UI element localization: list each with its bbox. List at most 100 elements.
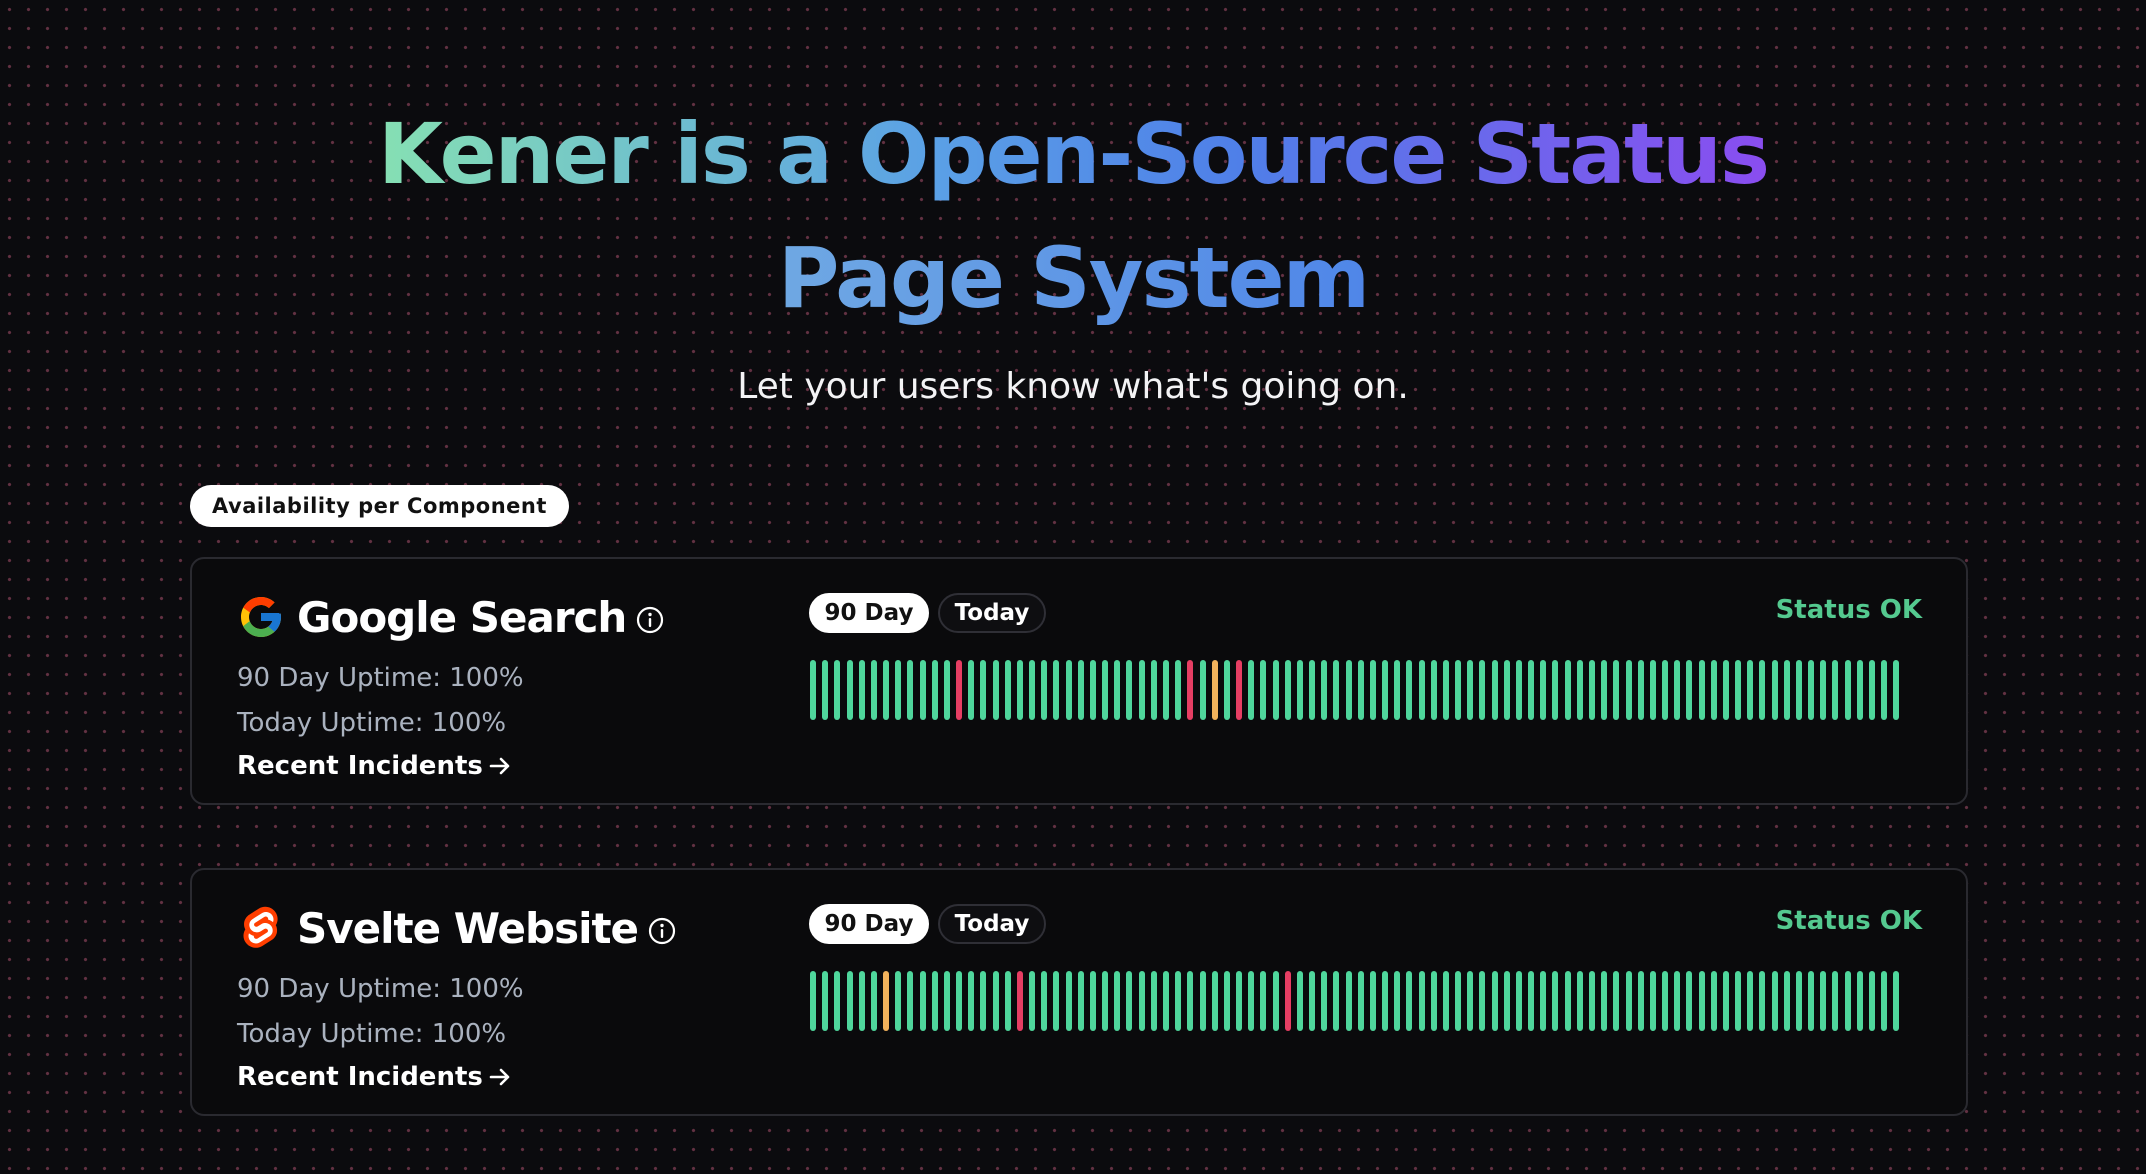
uptime-day-bar[interactable] — [1856, 660, 1863, 720]
uptime-day-bar[interactable] — [1589, 660, 1595, 720]
uptime-day-bar[interactable] — [1710, 660, 1717, 720]
uptime-day-bar[interactable] — [1552, 971, 1559, 1031]
uptime-day-bar[interactable] — [1479, 660, 1486, 720]
uptime-day-bar[interactable] — [943, 660, 950, 720]
uptime-day-bar[interactable] — [1601, 660, 1608, 720]
uptime-day-bar[interactable] — [1016, 660, 1023, 720]
uptime-day-bar[interactable] — [895, 971, 902, 1031]
uptime-day-bar[interactable] — [1284, 971, 1291, 1031]
uptime-day-bar[interactable] — [1710, 971, 1717, 1031]
uptime-day-bar[interactable] — [810, 660, 816, 720]
uptime-day-bar[interactable] — [1382, 971, 1389, 1031]
uptime-day-bar[interactable] — [1077, 660, 1084, 720]
uptime-day-bar[interactable] — [1418, 660, 1425, 720]
uptime-day-bar[interactable] — [1333, 660, 1340, 720]
uptime-day-bar[interactable] — [1735, 971, 1742, 1031]
uptime-day-bar[interactable] — [1065, 971, 1072, 1031]
uptime-day-bar[interactable] — [980, 971, 987, 1031]
uptime-day-bar[interactable] — [1162, 971, 1169, 1031]
uptime-day-bar[interactable] — [1491, 660, 1498, 720]
uptime-day-bar[interactable] — [1357, 660, 1364, 720]
uptime-day-bar[interactable] — [822, 660, 829, 720]
tab-90-day[interactable]: 90 Day — [809, 904, 929, 944]
uptime-day-bar[interactable] — [1382, 660, 1389, 720]
uptime-day-bar[interactable] — [1467, 971, 1474, 1031]
uptime-day-bar[interactable] — [1552, 660, 1559, 720]
uptime-day-bar[interactable] — [1150, 660, 1157, 720]
uptime-day-bar[interactable] — [1808, 971, 1815, 1031]
uptime-day-bar[interactable] — [822, 971, 829, 1031]
uptime-day-bar[interactable] — [1029, 660, 1036, 720]
uptime-day-bar[interactable] — [1844, 971, 1851, 1031]
uptime-day-bar[interactable] — [1783, 971, 1790, 1031]
uptime-day-bar[interactable] — [1467, 660, 1474, 720]
uptime-day-bar[interactable] — [883, 660, 890, 720]
tab-today[interactable]: Today — [938, 593, 1046, 633]
uptime-day-bar[interactable] — [1114, 971, 1121, 1031]
uptime-day-bar[interactable] — [1345, 660, 1352, 720]
uptime-day-bar[interactable] — [1613, 971, 1620, 1031]
uptime-day-bar[interactable] — [1637, 971, 1644, 1031]
uptime-day-bar[interactable] — [1479, 971, 1486, 1031]
uptime-day-bar[interactable] — [1759, 660, 1766, 720]
uptime-day-bar[interactable] — [895, 660, 902, 720]
uptime-day-bar[interactable] — [846, 660, 853, 720]
uptime-day-bar[interactable] — [1576, 660, 1583, 720]
uptime-day-bar[interactable] — [1248, 971, 1255, 1031]
uptime-day-bar[interactable] — [1369, 971, 1376, 1031]
uptime-day-bar[interactable] — [931, 971, 938, 1031]
uptime-day-bar[interactable] — [1455, 660, 1462, 720]
uptime-day-bar[interactable] — [1053, 971, 1060, 1031]
uptime-day-bar[interactable] — [834, 660, 841, 720]
uptime-day-bar[interactable] — [1041, 660, 1048, 720]
uptime-day-bar[interactable] — [1589, 971, 1595, 1031]
uptime-day-bar[interactable] — [1820, 971, 1827, 1031]
uptime-day-bar[interactable] — [1004, 660, 1011, 720]
uptime-day-bar[interactable] — [1406, 660, 1413, 720]
uptime-day-bar[interactable] — [1735, 660, 1742, 720]
uptime-day-bar[interactable] — [956, 660, 963, 720]
uptime-day-bar[interactable] — [1698, 660, 1705, 720]
uptime-day-bar[interactable] — [1808, 660, 1815, 720]
uptime-day-bar[interactable] — [919, 660, 926, 720]
uptime-day-bar[interactable] — [1503, 971, 1510, 1031]
uptime-day-bar[interactable] — [1662, 971, 1669, 1031]
uptime-day-bar[interactable] — [1296, 971, 1303, 1031]
uptime-day-bar[interactable] — [1357, 971, 1364, 1031]
uptime-day-bar[interactable] — [1004, 971, 1011, 1031]
uptime-day-bar[interactable] — [1564, 971, 1571, 1031]
uptime-day-bar[interactable] — [956, 971, 963, 1031]
uptime-day-bar[interactable] — [1698, 971, 1705, 1031]
uptime-day-bar[interactable] — [1820, 660, 1827, 720]
uptime-day-bar[interactable] — [907, 660, 914, 720]
uptime-day-bar[interactable] — [1649, 660, 1656, 720]
uptime-day-bar[interactable] — [968, 660, 975, 720]
uptime-day-bar[interactable] — [1272, 660, 1279, 720]
uptime-day-bar[interactable] — [1625, 971, 1632, 1031]
uptime-day-bar[interactable] — [1211, 971, 1218, 1031]
uptime-day-bar[interactable] — [1089, 971, 1096, 1031]
uptime-day-bar[interactable] — [1248, 660, 1255, 720]
uptime-day-bar[interactable] — [1722, 971, 1729, 1031]
uptime-day-bar[interactable] — [1175, 971, 1182, 1031]
uptime-day-bar[interactable] — [1528, 971, 1535, 1031]
uptime-day-bar[interactable] — [810, 971, 816, 1031]
uptime-day-bar[interactable] — [1236, 971, 1243, 1031]
uptime-day-bar[interactable] — [1175, 660, 1182, 720]
uptime-day-bar[interactable] — [1321, 971, 1328, 1031]
uptime-day-bar[interactable] — [846, 971, 853, 1031]
uptime-day-bar[interactable] — [1430, 971, 1437, 1031]
recent-incidents-link[interactable]: Recent Incidents — [237, 751, 513, 781]
uptime-day-bar[interactable] — [1491, 971, 1498, 1031]
uptime-day-bar[interactable] — [1150, 971, 1157, 1031]
uptime-day-bar[interactable] — [1649, 971, 1656, 1031]
uptime-day-bar[interactable] — [1162, 660, 1169, 720]
uptime-day-bar[interactable] — [1442, 660, 1449, 720]
uptime-day-bar[interactable] — [1114, 660, 1121, 720]
uptime-day-bar[interactable] — [1893, 660, 1900, 720]
uptime-day-bar[interactable] — [870, 660, 877, 720]
uptime-day-bar[interactable] — [1394, 660, 1401, 720]
uptime-day-bar[interactable] — [1747, 660, 1754, 720]
uptime-day-bar[interactable] — [1540, 660, 1547, 720]
uptime-day-bar[interactable] — [1199, 660, 1206, 720]
